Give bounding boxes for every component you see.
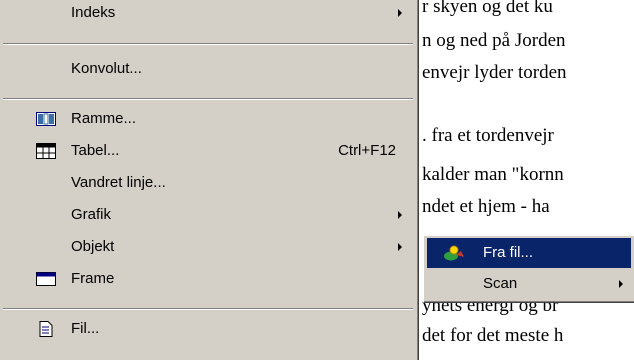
menu-item-grafik[interactable]: Grafik: [0, 200, 416, 230]
document-line: envejr lyder torden: [422, 62, 567, 83]
menu-item-fil[interactable]: Fil...: [0, 314, 416, 344]
menu-item-label: Konvolut...: [71, 60, 142, 77]
table-icon: [36, 143, 56, 159]
submenu-arrow-icon: [619, 280, 623, 288]
menu-item-label: Fil...: [71, 320, 100, 337]
grafik-submenu: Fra fil... Scan: [423, 235, 634, 303]
menu-item-konvolut[interactable]: Konvolut...: [0, 54, 416, 84]
menu-item-frame[interactable]: Frame: [0, 264, 416, 294]
submenu-arrow-icon: [398, 9, 402, 17]
menu-separator: [3, 98, 413, 100]
document-line: . fra et tordenvejr: [422, 125, 554, 146]
document-line: kalder man "kornn: [422, 164, 564, 185]
menu-separator: [3, 308, 413, 310]
document-line: r skyen og det ku: [422, 0, 553, 17]
document-line: n og ned på Jorden: [422, 30, 566, 51]
menu-item-label: Frame: [71, 270, 115, 287]
shortcut-text: Ctrl+F12: [338, 142, 396, 159]
menu-item-vandret-linje[interactable]: Vandret linje...: [0, 168, 416, 198]
picture-from-file-icon: [443, 245, 465, 261]
menu-item-objekt[interactable]: Objekt: [0, 232, 416, 262]
submenu-item-scan[interactable]: Scan: [427, 269, 631, 299]
menu-item-label: Indeks: [71, 4, 116, 21]
menu-item-label: Vandret linje...: [71, 174, 166, 191]
submenu-arrow-icon: [398, 211, 402, 219]
menu-item-label: Grafik: [71, 206, 112, 223]
submenu-item-label: Scan: [483, 275, 518, 292]
frames-icon: [36, 111, 56, 127]
submenu-item-fra-fil[interactable]: Fra fil...: [427, 238, 631, 268]
menu-item-ramme[interactable]: Ramme...: [0, 104, 416, 134]
insert-menu: Indeks Konvolut... Ramme... Tabel... Ctr…: [0, 0, 419, 360]
menu-item-label: Objekt: [71, 238, 115, 255]
menu-item-label: Tabel...: [71, 142, 120, 159]
document-line: det for det meste h: [422, 325, 564, 346]
menu-item-tabel[interactable]: Tabel... Ctrl+F12: [0, 136, 416, 166]
file-icon: [36, 321, 56, 337]
frame-window-icon: [36, 271, 56, 287]
menu-item-label: Ramme...: [71, 110, 137, 127]
document-line: ndet et hjem - ha: [422, 196, 550, 217]
menu-item-indeks[interactable]: Indeks: [0, 0, 416, 28]
submenu-item-label: Fra fil...: [483, 244, 534, 261]
menu-separator: [3, 43, 413, 45]
submenu-arrow-icon: [398, 243, 402, 251]
